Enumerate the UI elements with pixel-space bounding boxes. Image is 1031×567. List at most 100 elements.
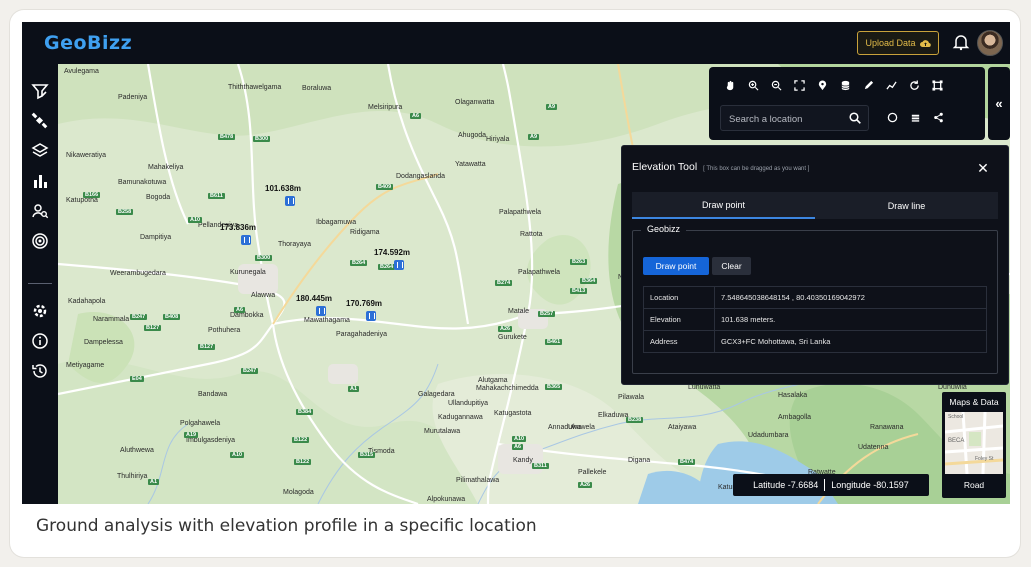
place-label: Avulegama (64, 68, 99, 75)
road-map-thumbnail[interactable]: School BECA Foley St (945, 412, 1003, 474)
collapse-panel-button[interactable]: « (988, 67, 1010, 140)
row-value: 7.548645038648154 , 80.40350169042972 (714, 286, 987, 309)
road-shield: A1 (148, 479, 160, 485)
place-label: Melsiripura (368, 104, 403, 111)
clear-button[interactable]: Clear (712, 257, 751, 275)
close-icon[interactable]: ✕ (976, 161, 990, 175)
avatar[interactable] (977, 30, 1003, 56)
place-label: Thulhiriya (117, 473, 148, 480)
fullscreen-icon[interactable] (791, 77, 807, 93)
panel-title: Elevation Tool [ This box can be dragged… (632, 161, 809, 173)
road-shield: B258 (116, 209, 134, 215)
longitude-readout: Longitude -80.1597 (831, 480, 909, 490)
search-icon[interactable] (849, 112, 861, 124)
upload-data-button[interactable]: Upload Data (857, 31, 939, 55)
user-search-icon[interactable] (31, 202, 49, 220)
place-label: Kandy (513, 457, 533, 464)
place-label: Katugastota (494, 410, 532, 417)
coordinates-readout: Latitude -7.6684 Longitude -80.1597 (733, 474, 929, 496)
road-shield: B409 (376, 184, 394, 190)
place-label: Kadugannawa (438, 414, 483, 421)
place-label: Palapathwela (499, 209, 542, 216)
road-shield: B127 (144, 325, 162, 331)
elevation-marker-icon[interactable] (316, 306, 326, 316)
road-shield: B122 (292, 437, 310, 443)
road-shield: B122 (294, 459, 312, 465)
draw-point-button[interactable]: Draw point (643, 257, 709, 275)
search-input[interactable] (727, 110, 843, 128)
road-shield: A26 (578, 482, 593, 488)
road-shield: A10 (230, 452, 245, 458)
place-label: Bogoda (146, 194, 171, 201)
zoom-out-icon[interactable] (768, 77, 784, 93)
road-shield: B264 (378, 264, 396, 270)
place-label: Kurunegala (230, 269, 266, 276)
history-icon[interactable] (31, 362, 49, 380)
thumb-label: School (948, 414, 964, 420)
sidebar-divider (28, 283, 52, 284)
layer-stack-icon[interactable] (907, 109, 923, 125)
elevation-marker-icon[interactable] (241, 235, 251, 245)
bar-chart-icon[interactable] (31, 172, 49, 190)
logo[interactable]: GeoBizz (44, 32, 132, 54)
place-label: Ataiyawa (668, 424, 697, 431)
crop-icon[interactable] (929, 77, 945, 93)
satellite-icon[interactable] (31, 112, 49, 130)
row-value: GCX3+FC Mohottawa, Sri Lanka (714, 330, 987, 353)
place-label: Ambagolla (778, 414, 812, 421)
share-icon[interactable] (930, 109, 946, 125)
place-label: Galagedara (418, 391, 455, 398)
place-label: Ukuwela (568, 424, 595, 431)
place-label: Alawwa (251, 292, 276, 299)
road-shield: B384 (296, 409, 314, 415)
elevation-marker-icon[interactable] (366, 311, 376, 321)
filter-icon[interactable] (31, 82, 49, 100)
place-label: Palapathwela (518, 269, 561, 276)
road-shield: A10 (512, 436, 527, 442)
road-shield: B311 (532, 463, 549, 469)
elevation-marker-icon[interactable] (394, 260, 404, 270)
notification-bell-icon[interactable] (952, 33, 970, 51)
place-label: Ahugoda (458, 132, 487, 139)
place-label: Aluthwewa (120, 447, 154, 454)
place-label: Elkaduwa (598, 412, 629, 419)
elevation-marker-icon[interactable] (285, 196, 295, 206)
target-icon[interactable] (31, 232, 49, 250)
elevation-tool-panel[interactable]: Elevation Tool [ This box can be dragged… (621, 145, 1009, 385)
pencil-icon[interactable] (860, 77, 876, 93)
place-label: Lunuwatta (688, 384, 721, 391)
table-row: Elevation 101.638 meters. (643, 308, 987, 331)
road-shield: B247 (241, 368, 259, 374)
tab-draw-line[interactable]: Draw line (815, 192, 998, 219)
road-shield: A6 (410, 113, 422, 119)
place-label: Dambokka (230, 312, 264, 319)
app-window: GeoBizz Upload Data Avulegama Padeniya T… (22, 22, 1010, 504)
layers-icon[interactable] (31, 142, 49, 160)
settings-icon[interactable] (31, 302, 49, 320)
place-label: Rattota (520, 231, 543, 238)
pin-icon[interactable] (814, 77, 830, 93)
place-label: Udatenna (858, 444, 889, 451)
place-label: Thiththawelgama (228, 84, 282, 91)
place-label: Alutgama (478, 377, 508, 384)
place-label: Narammala (93, 316, 130, 323)
road-shield: B263 (570, 259, 588, 265)
caption-bubble: Ground analysis with elevation profile i… (22, 508, 608, 546)
tab-draw-point[interactable]: Draw point (632, 192, 815, 219)
basemap-switcher[interactable]: Maps & Data School BECA Foley St Road (942, 392, 1006, 498)
place-label: Udadumbara (748, 432, 789, 439)
info-icon[interactable] (31, 332, 49, 350)
zoom-in-icon[interactable] (745, 77, 761, 93)
redo-icon[interactable] (906, 77, 922, 93)
row-value: 101.638 meters. (714, 308, 987, 331)
place-label: Polgahawela (180, 420, 221, 427)
place-label: Dampitiya (140, 234, 172, 241)
hand-icon[interactable] (722, 77, 738, 93)
circle-icon[interactable] (884, 109, 900, 125)
road-shield: A6 (234, 307, 246, 313)
chart-line-icon[interactable] (883, 77, 899, 93)
database-icon[interactable] (837, 77, 853, 93)
logo-text: GeoBizz (44, 32, 133, 54)
road-shield: B300 (253, 136, 271, 142)
place-label: Pilimathalawa (456, 477, 500, 484)
